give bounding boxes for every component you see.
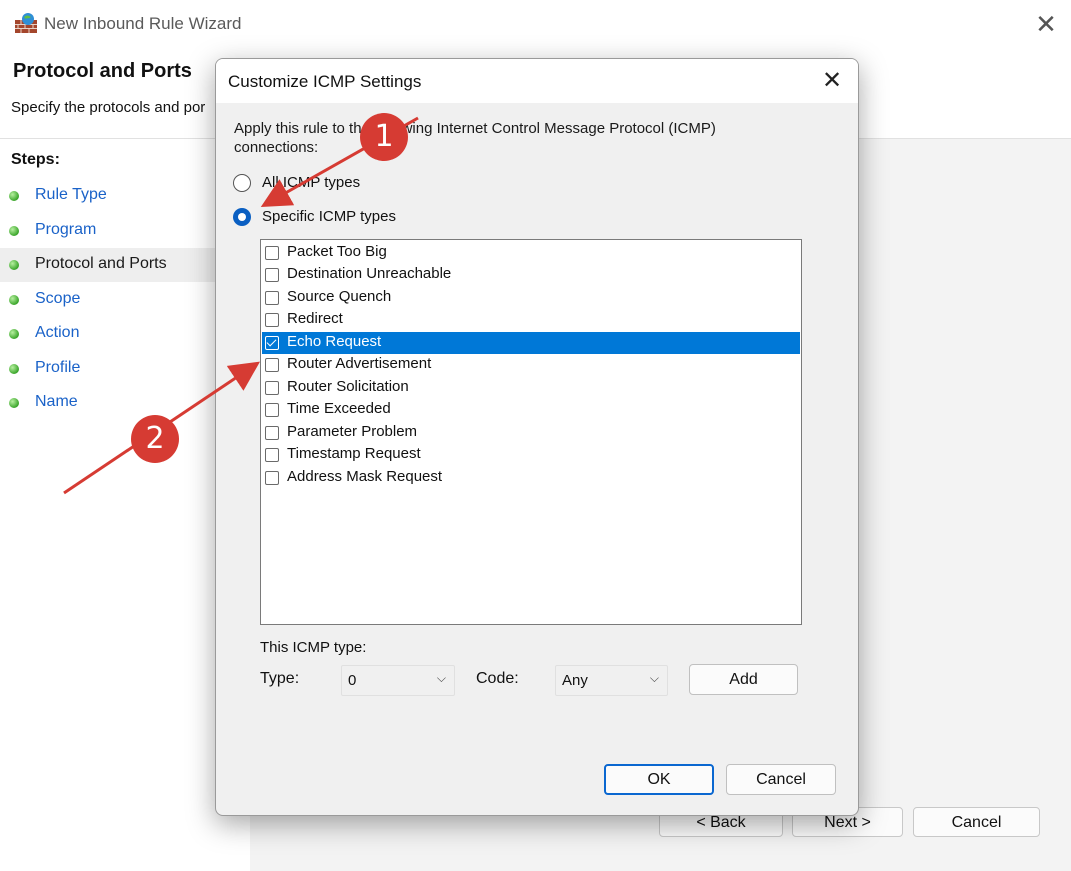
checkbox[interactable] xyxy=(265,268,279,282)
firewall-icon xyxy=(15,13,37,33)
close-icon[interactable]: ✕ xyxy=(1030,8,1062,40)
checkbox[interactable] xyxy=(265,313,279,327)
radio-specific-icmp-types[interactable]: Specific ICMP types xyxy=(233,207,453,229)
this-icmp-type-label: This ICMP type: xyxy=(260,639,367,656)
cancel-button[interactable]: Cancel xyxy=(726,764,836,795)
steps-label: Steps: xyxy=(11,151,60,168)
step-label: Protocol and Ports xyxy=(35,255,167,272)
list-item[interactable]: Source Quench xyxy=(262,287,800,309)
step-rule-type[interactable]: Rule Type xyxy=(0,179,250,213)
type-select-value: 0 xyxy=(348,672,357,689)
close-icon[interactable]: ✕ xyxy=(816,65,848,97)
step-scope[interactable]: Scope xyxy=(0,283,250,317)
checkbox[interactable] xyxy=(265,246,279,260)
dialog-titlebar: Customize ICMP Settings ✕ xyxy=(216,59,858,103)
step-profile[interactable]: Profile xyxy=(0,352,250,386)
wizard-titlebar: New Inbound Rule Wizard ✕ xyxy=(0,0,1071,48)
code-label: Code: xyxy=(476,670,519,687)
type-select[interactable]: 0 ⌵ xyxy=(341,665,455,696)
code-select-value: Any xyxy=(562,672,588,689)
chevron-down-icon: ⌵ xyxy=(649,671,659,685)
list-item[interactable]: Parameter Problem xyxy=(262,422,800,444)
item-label: Timestamp Request xyxy=(287,445,421,462)
step-label: Name xyxy=(35,393,78,410)
radio-label: Specific ICMP types xyxy=(262,208,396,225)
icmp-settings-dialog: Customize ICMP Settings ✕ Apply this rul… xyxy=(215,58,859,816)
dialog-title: Customize ICMP Settings xyxy=(228,72,422,91)
list-item[interactable]: Packet Too Big xyxy=(262,242,800,264)
radio-all-icmp-types[interactable]: All ICMP types xyxy=(233,173,433,195)
dialog-description: Apply this rule to the following Interne… xyxy=(234,120,716,156)
step-label: Action xyxy=(35,324,80,341)
checkbox[interactable] xyxy=(265,471,279,485)
step-label: Program xyxy=(35,221,97,238)
annotation-badge-1: 1 xyxy=(360,113,408,161)
annotation-badge-2: 2 xyxy=(131,415,179,463)
item-label: Address Mask Request xyxy=(287,468,443,485)
chevron-down-icon: ⌵ xyxy=(436,671,446,685)
checkbox[interactable] xyxy=(265,448,279,462)
radio-checked-icon[interactable] xyxy=(233,208,251,226)
type-label: Type: xyxy=(260,670,300,687)
item-label: Router Advertisement xyxy=(287,355,432,372)
step-name[interactable]: Name xyxy=(0,386,250,420)
list-item[interactable]: Router Solicitation xyxy=(262,377,800,399)
item-label: Redirect xyxy=(287,310,343,327)
checkbox[interactable] xyxy=(265,291,279,305)
list-item[interactable]: Timestamp Request xyxy=(262,444,800,466)
item-label: Time Exceeded xyxy=(287,400,391,417)
list-item-selected[interactable]: Echo Request xyxy=(262,332,800,354)
list-item[interactable]: Address Mask Request xyxy=(262,467,800,489)
status-dot-icon xyxy=(9,295,19,305)
list-item[interactable]: Destination Unreachable xyxy=(262,264,800,286)
list-item[interactable]: Redirect xyxy=(262,309,800,331)
page-title: Protocol and Ports xyxy=(13,60,192,82)
icmp-types-list[interactable]: Packet Too Big Destination Unreachable S… xyxy=(260,239,802,625)
step-protocol-and-ports[interactable]: Protocol and Ports xyxy=(0,248,250,282)
item-label: Packet Too Big xyxy=(287,243,387,260)
item-label: Parameter Problem xyxy=(287,423,418,440)
list-item[interactable]: Router Advertisement xyxy=(262,354,800,376)
list-item[interactable]: Time Exceeded xyxy=(262,399,800,421)
status-dot-icon xyxy=(9,226,19,236)
item-label: Router Solicitation xyxy=(287,378,409,395)
item-label: Destination Unreachable xyxy=(287,265,452,282)
code-select[interactable]: Any ⌵ xyxy=(555,665,668,696)
radio-unchecked-icon[interactable] xyxy=(233,174,251,192)
status-dot-icon xyxy=(9,364,19,374)
status-dot-icon xyxy=(9,329,19,339)
status-dot-icon xyxy=(9,191,19,201)
checkbox[interactable] xyxy=(265,426,279,440)
add-button[interactable]: Add xyxy=(689,664,798,695)
step-label: Scope xyxy=(35,290,81,307)
radio-label: All ICMP types xyxy=(262,174,361,191)
step-action[interactable]: Action xyxy=(0,317,250,351)
step-label: Rule Type xyxy=(35,186,107,203)
step-program[interactable]: Program xyxy=(0,214,250,248)
checkbox[interactable] xyxy=(265,381,279,395)
status-dot-icon xyxy=(9,398,19,408)
page-subtitle: Specify the protocols and por xyxy=(11,99,206,116)
ok-button[interactable]: OK xyxy=(604,764,714,795)
status-dot-icon xyxy=(9,260,19,270)
checkbox[interactable] xyxy=(265,358,279,372)
item-label: Source Quench xyxy=(287,288,392,305)
steps-panel: Steps: Rule Type Program Protocol and Po… xyxy=(0,139,250,871)
step-label: Profile xyxy=(35,359,81,376)
checkbox-checked[interactable] xyxy=(265,336,279,350)
wizard-title: New Inbound Rule Wizard xyxy=(44,14,242,33)
item-label: Echo Request xyxy=(287,333,382,350)
checkbox[interactable] xyxy=(265,403,279,417)
wizard-cancel-button[interactable]: Cancel xyxy=(913,807,1040,837)
